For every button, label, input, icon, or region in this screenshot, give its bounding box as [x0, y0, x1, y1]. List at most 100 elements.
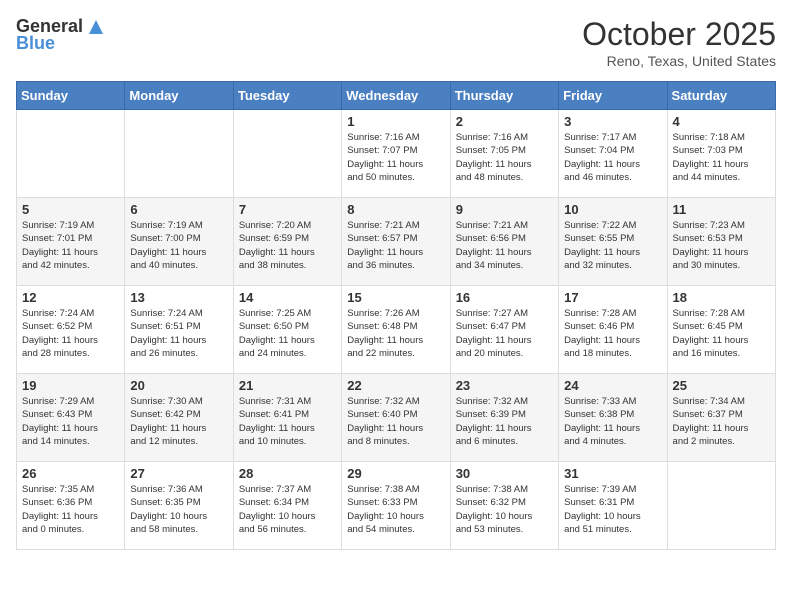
day-info: Sunrise: 7:27 AM Sunset: 6:47 PM Dayligh… — [456, 307, 553, 360]
calendar-week-row: 12Sunrise: 7:24 AM Sunset: 6:52 PM Dayli… — [17, 286, 776, 374]
weekday-header: Friday — [559, 82, 667, 110]
weekday-header: Monday — [125, 82, 233, 110]
day-number: 27 — [130, 466, 227, 481]
calendar-day-cell: 15 Sunrise: 7:26 AM Sunset: 6:48 PM Dayli… — [342, 286, 450, 374]
day-info: Sunrise: 7:16 AM Sunset: 7:07 PM Dayligh… — [347, 131, 444, 184]
calendar-day-cell: 29 Sunrise: 7:38 AM Sunset: 6:33 PM Dayli… — [342, 462, 450, 550]
day-number: 21 — [239, 378, 336, 393]
calendar-day-cell: 25 Sunrise: 7:34 AM Sunset: 6:37 PM Dayli… — [667, 374, 775, 462]
day-number: 29 — [347, 466, 444, 481]
calendar-day-cell: 24Sunrise: 7:33 AM Sunset: 6:38 PM Dayli… — [559, 374, 667, 462]
day-info: Sunrise: 7:23 AM Sunset: 6:53 PM Dayligh… — [673, 219, 770, 272]
day-info: Sunrise: 7:19 AM Sunset: 7:00 PM Dayligh… — [130, 219, 227, 272]
calendar-day-cell: 26Sunrise: 7:35 AM Sunset: 6:36 PM Dayli… — [17, 462, 125, 550]
calendar-week-row: 1 Sunrise: 7:16 AM Sunset: 7:07 PM Daylig… — [17, 110, 776, 198]
day-number: 1 — [347, 114, 444, 129]
day-info: Sunrise: 7:17 AM Sunset: 7:04 PM Dayligh… — [564, 131, 661, 184]
calendar-day-cell: 8 Sunrise: 7:21 AM Sunset: 6:57 PM Daylig… — [342, 198, 450, 286]
day-info: Sunrise: 7:24 AM Sunset: 6:51 PM Dayligh… — [130, 307, 227, 360]
calendar-week-row: 26Sunrise: 7:35 AM Sunset: 6:36 PM Dayli… — [17, 462, 776, 550]
calendar-day-cell: 16 Sunrise: 7:27 AM Sunset: 6:47 PM Dayli… — [450, 286, 558, 374]
day-info: Sunrise: 7:19 AM Sunset: 7:01 PM Dayligh… — [22, 219, 119, 272]
calendar-header-row: SundayMondayTuesdayWednesdayThursdayFrid… — [17, 82, 776, 110]
calendar-day-cell: 7Sunrise: 7:20 AM Sunset: 6:59 PM Daylig… — [233, 198, 341, 286]
day-info: Sunrise: 7:32 AM Sunset: 6:40 PM Dayligh… — [347, 395, 444, 448]
day-number: 8 — [347, 202, 444, 217]
weekday-header: Thursday — [450, 82, 558, 110]
calendar-day-cell: 4 Sunrise: 7:18 AM Sunset: 7:03 PM Daylig… — [667, 110, 775, 198]
title-block: October 2025 Reno, Texas, United States — [582, 16, 776, 69]
page-header: General Blue October 2025 Reno, Texas, U… — [16, 16, 776, 69]
day-number: 30 — [456, 466, 553, 481]
day-number: 18 — [673, 290, 770, 305]
day-info: Sunrise: 7:35 AM Sunset: 6:36 PM Dayligh… — [22, 483, 119, 536]
day-info: Sunrise: 7:21 AM Sunset: 6:57 PM Dayligh… — [347, 219, 444, 272]
calendar-day-cell: 17 Sunrise: 7:28 AM Sunset: 6:46 PM Dayli… — [559, 286, 667, 374]
day-info: Sunrise: 7:26 AM Sunset: 6:48 PM Dayligh… — [347, 307, 444, 360]
day-number: 10 — [564, 202, 661, 217]
logo: General Blue — [16, 16, 107, 54]
location-title: Reno, Texas, United States — [582, 53, 776, 69]
day-number: 19 — [22, 378, 119, 393]
calendar-day-cell: 28 Sunrise: 7:37 AM Sunset: 6:34 PM Dayli… — [233, 462, 341, 550]
day-info: Sunrise: 7:32 AM Sunset: 6:39 PM Dayligh… — [456, 395, 553, 448]
calendar-day-cell: 14Sunrise: 7:25 AM Sunset: 6:50 PM Dayli… — [233, 286, 341, 374]
day-number: 14 — [239, 290, 336, 305]
day-info: Sunrise: 7:30 AM Sunset: 6:42 PM Dayligh… — [130, 395, 227, 448]
calendar-day-cell: 1 Sunrise: 7:16 AM Sunset: 7:07 PM Daylig… — [342, 110, 450, 198]
day-number: 11 — [673, 202, 770, 217]
calendar-day-cell: 3 Sunrise: 7:17 AM Sunset: 7:04 PM Daylig… — [559, 110, 667, 198]
day-number: 5 — [22, 202, 119, 217]
day-info: Sunrise: 7:22 AM Sunset: 6:55 PM Dayligh… — [564, 219, 661, 272]
day-number: 25 — [673, 378, 770, 393]
calendar-day-cell — [17, 110, 125, 198]
day-number: 15 — [347, 290, 444, 305]
day-info: Sunrise: 7:28 AM Sunset: 6:45 PM Dayligh… — [673, 307, 770, 360]
day-info: Sunrise: 7:37 AM Sunset: 6:34 PM Dayligh… — [239, 483, 336, 536]
day-info: Sunrise: 7:33 AM Sunset: 6:38 PM Dayligh… — [564, 395, 661, 448]
weekday-header: Tuesday — [233, 82, 341, 110]
day-info: Sunrise: 7:28 AM Sunset: 6:46 PM Dayligh… — [564, 307, 661, 360]
calendar-day-cell — [233, 110, 341, 198]
month-title: October 2025 — [582, 16, 776, 53]
logo-icon — [85, 16, 107, 38]
calendar-day-cell: 20 Sunrise: 7:30 AM Sunset: 6:42 PM Dayli… — [125, 374, 233, 462]
calendar-day-cell: 5 Sunrise: 7:19 AM Sunset: 7:01 PM Daylig… — [17, 198, 125, 286]
day-number: 16 — [456, 290, 553, 305]
calendar-day-cell: 11 Sunrise: 7:23 AM Sunset: 6:53 PM Dayli… — [667, 198, 775, 286]
day-info: Sunrise: 7:34 AM Sunset: 6:37 PM Dayligh… — [673, 395, 770, 448]
day-info: Sunrise: 7:31 AM Sunset: 6:41 PM Dayligh… — [239, 395, 336, 448]
day-number: 22 — [347, 378, 444, 393]
calendar-day-cell: 12Sunrise: 7:24 AM Sunset: 6:52 PM Dayli… — [17, 286, 125, 374]
calendar-day-cell: 13Sunrise: 7:24 AM Sunset: 6:51 PM Dayli… — [125, 286, 233, 374]
calendar-day-cell — [125, 110, 233, 198]
calendar-day-cell: 21 Sunrise: 7:31 AM Sunset: 6:41 PM Dayli… — [233, 374, 341, 462]
day-info: Sunrise: 7:39 AM Sunset: 6:31 PM Dayligh… — [564, 483, 661, 536]
day-number: 6 — [130, 202, 227, 217]
day-number: 4 — [673, 114, 770, 129]
day-info: Sunrise: 7:38 AM Sunset: 6:33 PM Dayligh… — [347, 483, 444, 536]
day-number: 20 — [130, 378, 227, 393]
calendar-week-row: 5 Sunrise: 7:19 AM Sunset: 7:01 PM Daylig… — [17, 198, 776, 286]
day-info: Sunrise: 7:36 AM Sunset: 6:35 PM Dayligh… — [130, 483, 227, 536]
calendar-day-cell: 30 Sunrise: 7:38 AM Sunset: 6:32 PM Dayli… — [450, 462, 558, 550]
day-info: Sunrise: 7:38 AM Sunset: 6:32 PM Dayligh… — [456, 483, 553, 536]
day-info: Sunrise: 7:24 AM Sunset: 6:52 PM Dayligh… — [22, 307, 119, 360]
calendar-day-cell — [667, 462, 775, 550]
day-info: Sunrise: 7:20 AM Sunset: 6:59 PM Dayligh… — [239, 219, 336, 272]
calendar-day-cell: 22 Sunrise: 7:32 AM Sunset: 6:40 PM Dayli… — [342, 374, 450, 462]
calendar-day-cell: 10 Sunrise: 7:22 AM Sunset: 6:55 PM Dayli… — [559, 198, 667, 286]
day-info: Sunrise: 7:18 AM Sunset: 7:03 PM Dayligh… — [673, 131, 770, 184]
day-number: 3 — [564, 114, 661, 129]
calendar-day-cell: 23 Sunrise: 7:32 AM Sunset: 6:39 PM Dayli… — [450, 374, 558, 462]
calendar-day-cell: 2Sunrise: 7:16 AM Sunset: 7:05 PM Daylig… — [450, 110, 558, 198]
calendar-day-cell: 27 Sunrise: 7:36 AM Sunset: 6:35 PM Dayli… — [125, 462, 233, 550]
day-number: 28 — [239, 466, 336, 481]
calendar-day-cell: 18 Sunrise: 7:28 AM Sunset: 6:45 PM Dayli… — [667, 286, 775, 374]
day-number: 23 — [456, 378, 553, 393]
calendar-day-cell: 6 Sunrise: 7:19 AM Sunset: 7:00 PM Daylig… — [125, 198, 233, 286]
calendar-day-cell: 9Sunrise: 7:21 AM Sunset: 6:56 PM Daylig… — [450, 198, 558, 286]
day-number: 31 — [564, 466, 661, 481]
day-number: 17 — [564, 290, 661, 305]
day-info: Sunrise: 7:29 AM Sunset: 6:43 PM Dayligh… — [22, 395, 119, 448]
